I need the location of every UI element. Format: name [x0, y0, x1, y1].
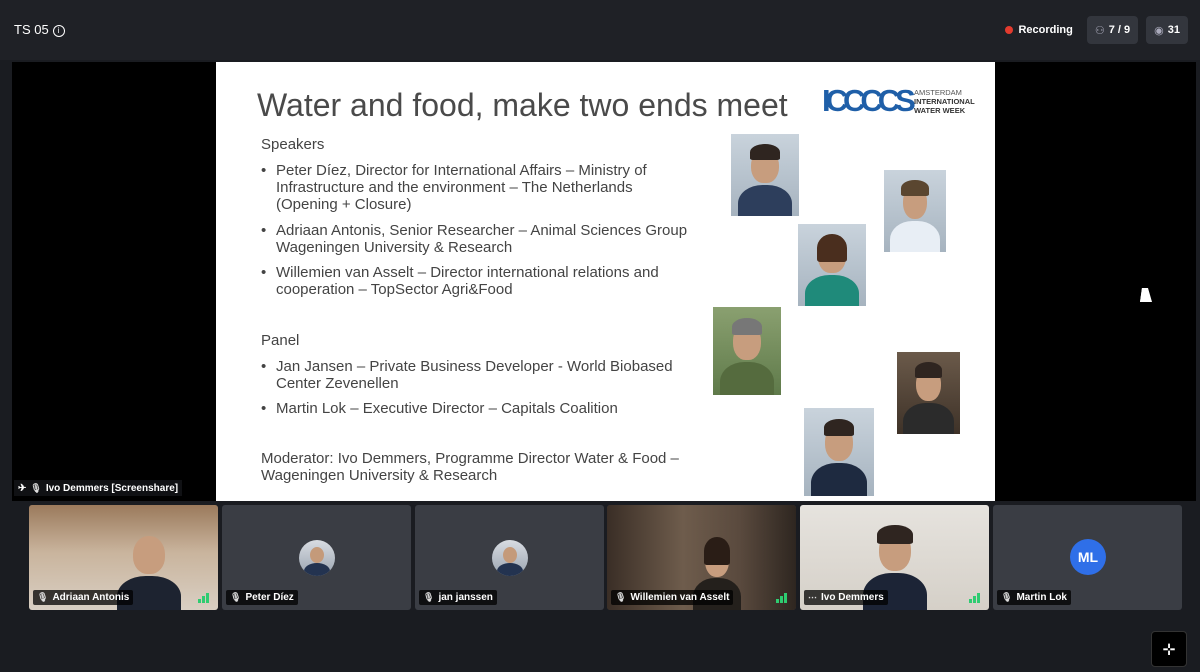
speaker-photo	[798, 224, 866, 306]
mic-muted-icon: 🎙	[615, 592, 627, 602]
mic-muted-icon: 🎙	[230, 592, 242, 602]
exit-fullscreen-button[interactable]: ⊹	[1151, 631, 1187, 667]
participant-tile[interactable]: 🎙 Willemien van Asselt	[607, 505, 796, 610]
speaker-photo	[731, 134, 799, 216]
signal-icon	[198, 593, 212, 603]
speaker-item: Peter Díez, Director for International A…	[261, 162, 696, 213]
panel-item: Jan Jansen – Private Business Developer …	[261, 358, 696, 392]
mic-muted-icon: 🎙	[1001, 592, 1013, 602]
mic-muted-icon: 🎙	[30, 482, 42, 493]
participants-button[interactable]: ⚇ 7 / 9	[1086, 16, 1139, 44]
moderator-photo	[804, 408, 874, 496]
avatar	[299, 540, 335, 576]
avatar	[492, 540, 528, 576]
participant-name-label: 🎙 Peter Díez	[226, 590, 298, 605]
speaking-dots-icon: ⋯	[808, 592, 817, 602]
top-right-controls: Recording ⚇ 7 / 9 ◉ 31	[999, 16, 1188, 44]
presentation-slide: Water and food, make two ends meet ICCCC…	[216, 62, 995, 501]
recording-indicator: Recording	[999, 16, 1078, 44]
speakers-heading: Speakers	[261, 136, 325, 153]
top-bar: TS 05 i Recording ⚇ 7 / 9 ◉ 31	[0, 0, 1200, 60]
mouse-cursor-icon	[1140, 288, 1154, 302]
panel-photo	[713, 307, 781, 395]
mic-muted-icon: 🎙	[423, 592, 435, 602]
pin-icon[interactable]: ✈	[18, 483, 26, 494]
participant-tile[interactable]: ⋯ Ivo Demmers	[800, 505, 989, 610]
moderator-text: Moderator: Ivo Demmers, Programme Direct…	[261, 450, 679, 484]
speaker-photo	[884, 170, 946, 252]
screenshare-label: ✈ 🎙 Ivo Demmers [Screenshare]	[14, 480, 183, 496]
signal-icon	[969, 593, 983, 603]
participant-name-label: ⋯ Ivo Demmers	[804, 590, 888, 605]
participant-tile[interactable]: ML 🎙 Martin Lok	[993, 505, 1182, 610]
panel-photo	[897, 352, 960, 434]
participant-name-label: 🎙 Martin Lok	[997, 590, 1071, 605]
initials-avatar: ML	[1070, 539, 1106, 575]
participant-name-label: 🎙 jan janssen	[419, 590, 497, 605]
speaker-item: Adriaan Antonis, Senior Researcher – Ani…	[261, 222, 696, 256]
participant-tile[interactable]: 🎙 Adriaan Antonis	[29, 505, 218, 610]
participant-tile[interactable]: 🎙 Peter Díez	[222, 505, 411, 610]
logo-line: INTERNATIONAL	[914, 97, 975, 106]
mic-muted-icon: 🎙	[37, 592, 49, 602]
signal-icon	[776, 593, 790, 603]
logo-line: AMSTERDAM	[914, 88, 962, 97]
logo-line: WATER WEEK	[914, 106, 966, 115]
eye-icon: ◉	[1154, 24, 1164, 37]
slide-title: Water and food, make two ends meet	[257, 87, 788, 123]
amsterdam-water-week-logo: ICCCCS AMSTERDAM INTERNATIONAL WATER WEE…	[822, 85, 982, 117]
collapse-icon: ⊹	[1162, 641, 1176, 658]
people-icon: ⚇	[1094, 24, 1105, 37]
recording-dot-icon	[1005, 26, 1014, 34]
participant-tile[interactable]: 🎙 jan janssen	[415, 505, 604, 610]
viewers-button[interactable]: ◉ 31	[1146, 16, 1188, 44]
info-icon[interactable]: i	[52, 25, 65, 37]
room-title: TS 05 i	[14, 22, 65, 37]
participant-name-label: 🎙 Willemien van Asselt	[611, 590, 734, 605]
logo-mark-icon: ICCCCS	[822, 83, 916, 118]
participant-name-label: 🎙 Adriaan Antonis	[33, 590, 134, 605]
panel-heading: Panel	[261, 332, 300, 349]
speaker-item: Willemien van Asselt – Director internat…	[261, 264, 696, 298]
panel-item: Martin Lok – Executive Director – Capita…	[261, 400, 696, 417]
